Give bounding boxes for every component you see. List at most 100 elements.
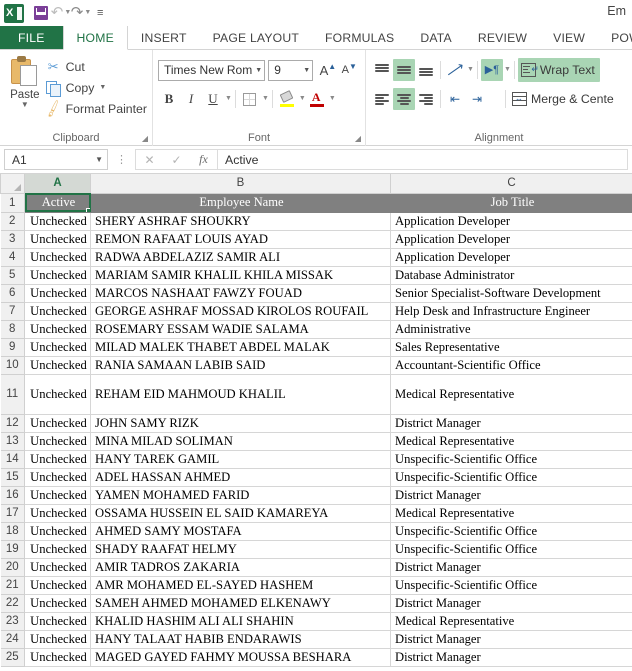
cell-b7[interactable]: GEORGE ASHRAF MOSSAD KIROLOS ROUFAIL: [90, 301, 391, 321]
row-header[interactable]: 15: [0, 467, 25, 487]
cell-c15[interactable]: Unspecific-Scientific Office: [390, 467, 632, 487]
cell-a17[interactable]: Unchecked: [24, 503, 91, 523]
cell-b11[interactable]: REHAM EID MAHMOUD KHALIL: [90, 373, 391, 415]
row-header[interactable]: 21: [0, 575, 25, 595]
wrap-text-button[interactable]: ↵ Wrap Text: [517, 57, 600, 82]
cell-a22[interactable]: Unchecked: [24, 593, 91, 613]
row-header[interactable]: 19: [0, 539, 25, 559]
row-header[interactable]: 5: [0, 265, 25, 285]
cell-b12[interactable]: JOHN SAMY RIZK: [90, 413, 391, 433]
cell-c19[interactable]: Unspecific-Scientific Office: [390, 539, 632, 559]
cell-c20[interactable]: District Manager: [390, 557, 632, 577]
cell-b10[interactable]: RANIA SAMAAN LABIB SAID: [90, 355, 391, 375]
row-header[interactable]: 10: [0, 355, 25, 375]
cell-a18[interactable]: Unchecked: [24, 521, 91, 541]
cell-c24[interactable]: District Manager: [390, 629, 632, 649]
font-color-button[interactable]: A: [306, 88, 328, 110]
chevron-down-icon[interactable]: ▼: [225, 92, 232, 106]
cell-c18[interactable]: Unspecific-Scientific Office: [390, 521, 632, 541]
cell-c9[interactable]: Sales Representative: [390, 337, 632, 357]
cell-c4[interactable]: Application Developer: [390, 247, 632, 267]
cell-b4[interactable]: RADWA ABDELAZIZ SAMIR ALI: [90, 247, 391, 267]
cell-a23[interactable]: Unchecked: [24, 611, 91, 631]
cell-a24[interactable]: Unchecked: [24, 629, 91, 649]
worksheet-grid[interactable]: A B C 1 Active Employee Name Job Title 2…: [0, 174, 632, 671]
cell-b13[interactable]: MINA MILAD SOLIMAN: [90, 431, 391, 451]
chevron-down-icon[interactable]: ▼: [467, 63, 474, 77]
row-header[interactable]: 17: [0, 503, 25, 523]
cell-c3[interactable]: Application Developer: [390, 229, 632, 249]
name-box[interactable]: A1 ▼: [4, 149, 108, 170]
tab-page-layout[interactable]: PAGE LAYOUT: [200, 26, 312, 50]
cell-b16[interactable]: YAMEN MOHAMED FARID: [90, 485, 391, 505]
cell-b17[interactable]: OSSAMA HUSSEIN EL SAID KAMAREYA: [90, 503, 391, 523]
row-header[interactable]: 18: [0, 521, 25, 541]
select-all-corner[interactable]: [0, 174, 25, 194]
cell-b21[interactable]: AMR MOHAMED EL-SAYED HASHEM: [90, 575, 391, 595]
cell-c6[interactable]: Senior Specialist-Software Development: [390, 283, 632, 303]
cell-c1[interactable]: Job Title: [390, 192, 632, 213]
text-direction-rtl-button[interactable]: ▶¶: [480, 58, 503, 81]
chevron-down-icon[interactable]: ▼: [329, 92, 336, 106]
cell-b6[interactable]: MARCOS NASHAAT FAWZY FOUAD: [90, 283, 391, 303]
row-header[interactable]: 6: [0, 283, 25, 303]
tab-power-query[interactable]: POWER Q: [598, 26, 632, 50]
tab-view[interactable]: VIEW: [540, 26, 598, 50]
cell-a25[interactable]: Unchecked: [24, 647, 91, 667]
borders-button[interactable]: [239, 88, 261, 110]
cell-a16[interactable]: Unchecked: [24, 485, 91, 505]
chevron-down-icon[interactable]: ▼: [21, 101, 29, 109]
row-header[interactable]: 3: [0, 229, 25, 249]
cell-b1[interactable]: Employee Name: [90, 192, 391, 213]
font-name-input[interactable]: Times New Roma ▼: [158, 59, 266, 81]
row-header[interactable]: 16: [0, 485, 25, 505]
row-header[interactable]: 8: [0, 319, 25, 339]
row-header[interactable]: 9: [0, 337, 25, 357]
chevron-down-icon[interactable]: ▼: [95, 155, 103, 164]
cell-a14[interactable]: Unchecked: [24, 449, 91, 469]
align-bottom-button[interactable]: [415, 59, 437, 81]
cell-b23[interactable]: KHALID HASHIM ALI ALI SHAHIN: [90, 611, 391, 631]
chevron-down-icon[interactable]: ▼: [252, 67, 262, 74]
font-dialog-launcher-icon[interactable]: ◢: [355, 134, 361, 143]
customize-qat-icon[interactable]: ≡: [97, 6, 103, 20]
cell-b2[interactable]: SHERY ASHRAF SHOUKRY: [90, 211, 391, 231]
cell-c25[interactable]: District Manager: [390, 647, 632, 667]
redo-icon[interactable]: ↷ ▼: [71, 3, 92, 23]
row-header[interactable]: 4: [0, 247, 25, 267]
column-header-a[interactable]: A: [24, 174, 91, 194]
cell-c23[interactable]: Medical Representative: [390, 611, 632, 631]
cell-b8[interactable]: ROSEMARY ESSAM WADIE SALAMA: [90, 319, 391, 339]
align-right-button[interactable]: [415, 88, 437, 110]
row-header[interactable]: 2: [0, 211, 25, 231]
align-center-button[interactable]: [393, 87, 415, 110]
chevron-down-icon[interactable]: ▼: [99, 84, 106, 91]
merge-and-center-button[interactable]: ↔ Merge & Cente: [509, 87, 619, 111]
align-middle-button[interactable]: [393, 58, 415, 81]
row-header[interactable]: 23: [0, 611, 25, 631]
cell-a4[interactable]: Unchecked: [24, 247, 91, 267]
fill-color-button[interactable]: [276, 88, 298, 110]
row-header[interactable]: 13: [0, 431, 25, 451]
cell-c17[interactable]: Medical Representative: [390, 503, 632, 523]
row-header[interactable]: 11: [0, 373, 25, 415]
cell-a9[interactable]: Unchecked: [24, 337, 91, 357]
enter-formula-button[interactable]: ✓: [163, 150, 190, 169]
row-header[interactable]: 20: [0, 557, 25, 577]
decrease-font-size-button[interactable]: A ▼: [339, 59, 360, 81]
cell-b9[interactable]: MILAD MALEK THABET ABDEL MALAK: [90, 337, 391, 357]
align-top-button[interactable]: [371, 59, 393, 81]
cell-b15[interactable]: ADEL HASSAN AHMED: [90, 467, 391, 487]
cell-a5[interactable]: Unchecked: [24, 265, 91, 285]
cell-a6[interactable]: Unchecked: [24, 283, 91, 303]
copy-button[interactable]: Copy ▼: [45, 77, 147, 98]
row-header[interactable]: 22: [0, 593, 25, 613]
formula-input[interactable]: Active: [217, 149, 628, 170]
cell-a12[interactable]: Unchecked: [24, 413, 91, 433]
row-header[interactable]: 1: [0, 192, 25, 213]
cell-b25[interactable]: MAGED GAYED FAHMY MOUSSA BESHARA: [90, 647, 391, 667]
save-icon[interactable]: [31, 3, 51, 23]
cell-a21[interactable]: Unchecked: [24, 575, 91, 595]
cell-a1[interactable]: Active: [24, 192, 91, 213]
cancel-formula-button[interactable]: ✕: [136, 150, 163, 169]
